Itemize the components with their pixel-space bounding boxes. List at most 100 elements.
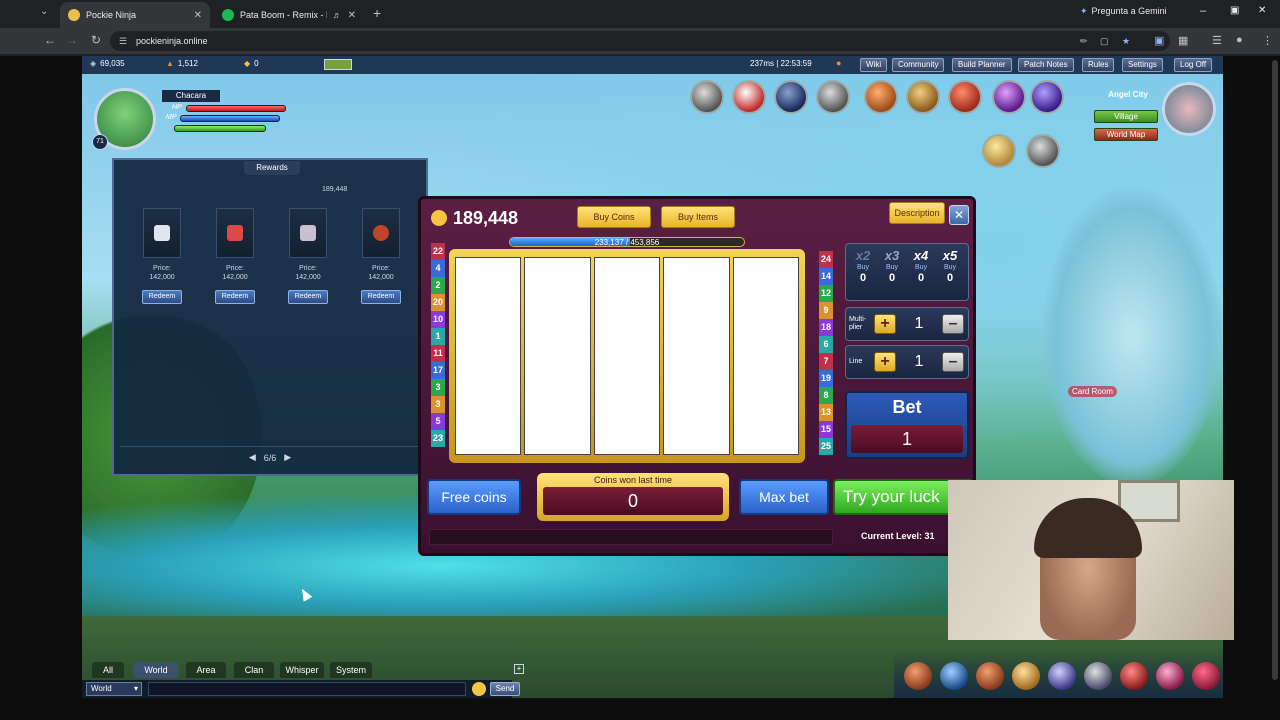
multiplier-x2[interactable]: x2 Buy 0: [850, 248, 876, 284]
profile-avatar-icon[interactable]: ●: [1236, 34, 1243, 46]
line-minus-button[interactable]: –: [942, 352, 964, 372]
chat-tabs: All World Area Clan Whisper System: [82, 662, 382, 678]
bookmark-star-icon[interactable]: ★: [1122, 31, 1130, 51]
close-tab-icon[interactable]: ✕: [194, 10, 202, 21]
extensions-puzzle-icon[interactable]: ▦: [1178, 34, 1188, 47]
reward-slot[interactable]: [289, 208, 327, 258]
shortcut-icon-7[interactable]: [948, 80, 982, 114]
close-window-button[interactable]: ✕: [1258, 5, 1266, 16]
rewards-balance: 189,448: [322, 186, 348, 193]
new-tab-button[interactable]: +: [373, 5, 381, 21]
shortcut-icon-1[interactable]: [690, 80, 724, 114]
hotbar-icon-1[interactable]: [904, 662, 932, 690]
tab-pockie-ninja[interactable]: Pockie Ninja ✕: [60, 2, 210, 28]
menu-community-button[interactable]: Community: [892, 58, 945, 72]
hotbar-icon-8[interactable]: [1156, 662, 1184, 690]
forward-icon[interactable]: →: [64, 33, 80, 47]
reload-icon[interactable]: ↻: [88, 33, 104, 47]
chat-tab-all[interactable]: All: [92, 662, 124, 678]
tab-list-dropdown[interactable]: ⌄: [40, 6, 48, 17]
shortcut-icon-6[interactable]: [906, 80, 940, 114]
pockie-ninja-favicon-icon: [68, 9, 80, 21]
reward-price: 142,000: [295, 274, 321, 281]
minimap[interactable]: [1162, 82, 1216, 136]
maximize-window-button[interactable]: ▣: [1230, 5, 1239, 16]
chat-channel-select[interactable]: World ▾: [86, 682, 142, 696]
shortcut-icon-3[interactable]: [774, 80, 808, 114]
multiplier-x4[interactable]: x4 Buy 0: [908, 248, 934, 284]
description-button[interactable]: Description: [889, 202, 945, 224]
cast-icon[interactable]: ▢: [1100, 31, 1109, 51]
redeem-button[interactable]: Redeem: [361, 290, 401, 304]
extension-icon[interactable]: ▣: [1154, 34, 1164, 47]
max-bet-button[interactable]: Max bet: [739, 479, 829, 515]
multiplier-count: 0: [917, 272, 925, 284]
buy-coins-button[interactable]: Buy Coins: [577, 206, 651, 228]
chat-tab-system[interactable]: System: [330, 662, 372, 678]
village-button[interactable]: Village: [1094, 110, 1158, 123]
tab-pata-boom[interactable]: Pata Boom - Remix - Daddy ♬ ✕: [214, 2, 364, 28]
reward-slot[interactable]: [216, 208, 254, 258]
expand-chat-icon[interactable]: +: [514, 664, 524, 674]
back-icon[interactable]: ←: [42, 33, 58, 47]
close-slot-icon[interactable]: ✕: [949, 205, 969, 225]
menu-wiki-button[interactable]: Wiki: [860, 58, 888, 72]
minimize-window-button[interactable]: –: [1200, 5, 1206, 17]
menu-build-planner-button[interactable]: Build Planner: [952, 58, 1012, 72]
address-bar[interactable]: ☰ pockieninja.online ✏ ▢ ★: [110, 31, 1170, 51]
menu-rules-button[interactable]: Rules: [1082, 58, 1115, 72]
close-tab-icon[interactable]: ✕: [348, 10, 356, 21]
bet-value: 1: [851, 425, 963, 453]
next-page-icon[interactable]: ▶: [284, 452, 291, 463]
chat-text-input[interactable]: [148, 682, 466, 696]
chat-tab-clan[interactable]: Clan: [234, 662, 274, 678]
browser-menu-icon[interactable]: ⋮: [1262, 34, 1273, 47]
reading-list-icon[interactable]: ☰: [1212, 34, 1222, 47]
shortcut-icon-10[interactable]: [982, 134, 1016, 168]
hotbar-icon-5[interactable]: [1048, 662, 1076, 690]
shortcut-icon-8[interactable]: [992, 80, 1026, 114]
gemini-button[interactable]: ✦ Pregunta a Gemini: [1080, 6, 1167, 17]
free-coins-button[interactable]: Free coins: [427, 479, 521, 515]
shortcut-icon-9[interactable]: [1030, 80, 1064, 114]
menu-patch-notes-button[interactable]: Patch Notes: [1018, 58, 1074, 72]
multiplier-x3[interactable]: x3 Buy 0: [879, 248, 905, 284]
hotbar-icon-3[interactable]: [976, 662, 1004, 690]
line-plus-button[interactable]: +: [874, 352, 896, 372]
redeem-button[interactable]: Redeem: [288, 290, 328, 304]
chat-tab-area[interactable]: Area: [186, 662, 226, 678]
world-map-button[interactable]: World Map: [1094, 128, 1158, 141]
prev-page-icon[interactable]: ◀: [249, 452, 256, 463]
translate-icon[interactable]: ✏: [1080, 31, 1088, 51]
hotbar-icon-9[interactable]: [1192, 662, 1220, 690]
menu-log-off-button[interactable]: Log Off: [1174, 58, 1213, 72]
multiplier-plus-button[interactable]: +: [874, 314, 896, 334]
shortcut-icon-5[interactable]: [864, 80, 898, 114]
sound-icon[interactable]: ●: [836, 58, 841, 68]
multiplier-x5[interactable]: x5 Buy 0: [937, 248, 963, 284]
shortcut-icon-4[interactable]: [816, 80, 850, 114]
chat-tab-whisper[interactable]: Whisper: [280, 662, 324, 678]
hotbar-icon-4[interactable]: [1012, 662, 1040, 690]
multiplier-minus-button[interactable]: –: [942, 314, 964, 334]
redeem-button[interactable]: Redeem: [215, 290, 255, 304]
buy-items-button[interactable]: Buy Items: [661, 206, 735, 228]
page-scrollbar[interactable]: [1272, 60, 1278, 680]
reward-item-icon: [373, 225, 389, 241]
chat-tab-world[interactable]: World: [134, 662, 178, 678]
reward-slot[interactable]: [143, 208, 181, 258]
site-info-icon[interactable]: ☰: [119, 31, 127, 51]
redeem-button[interactable]: Redeem: [142, 290, 182, 304]
ingot-icon: ▲: [166, 59, 174, 68]
reward-slot[interactable]: [362, 208, 400, 258]
chat-send-button[interactable]: Send: [490, 682, 520, 696]
hotbar-icon-2[interactable]: [940, 662, 968, 690]
player-profile[interactable]: 71 Chacara HP MP: [86, 78, 301, 156]
shortcut-icon-11[interactable]: [1026, 134, 1060, 168]
shortcut-icon-2[interactable]: [732, 80, 766, 114]
hotbar-icon-6[interactable]: [1084, 662, 1112, 690]
menu-settings-button[interactable]: Settings: [1122, 58, 1163, 72]
emoji-icon[interactable]: [472, 682, 486, 696]
card-room-label[interactable]: Card Room: [1068, 386, 1117, 397]
hotbar-icon-7[interactable]: [1120, 662, 1148, 690]
